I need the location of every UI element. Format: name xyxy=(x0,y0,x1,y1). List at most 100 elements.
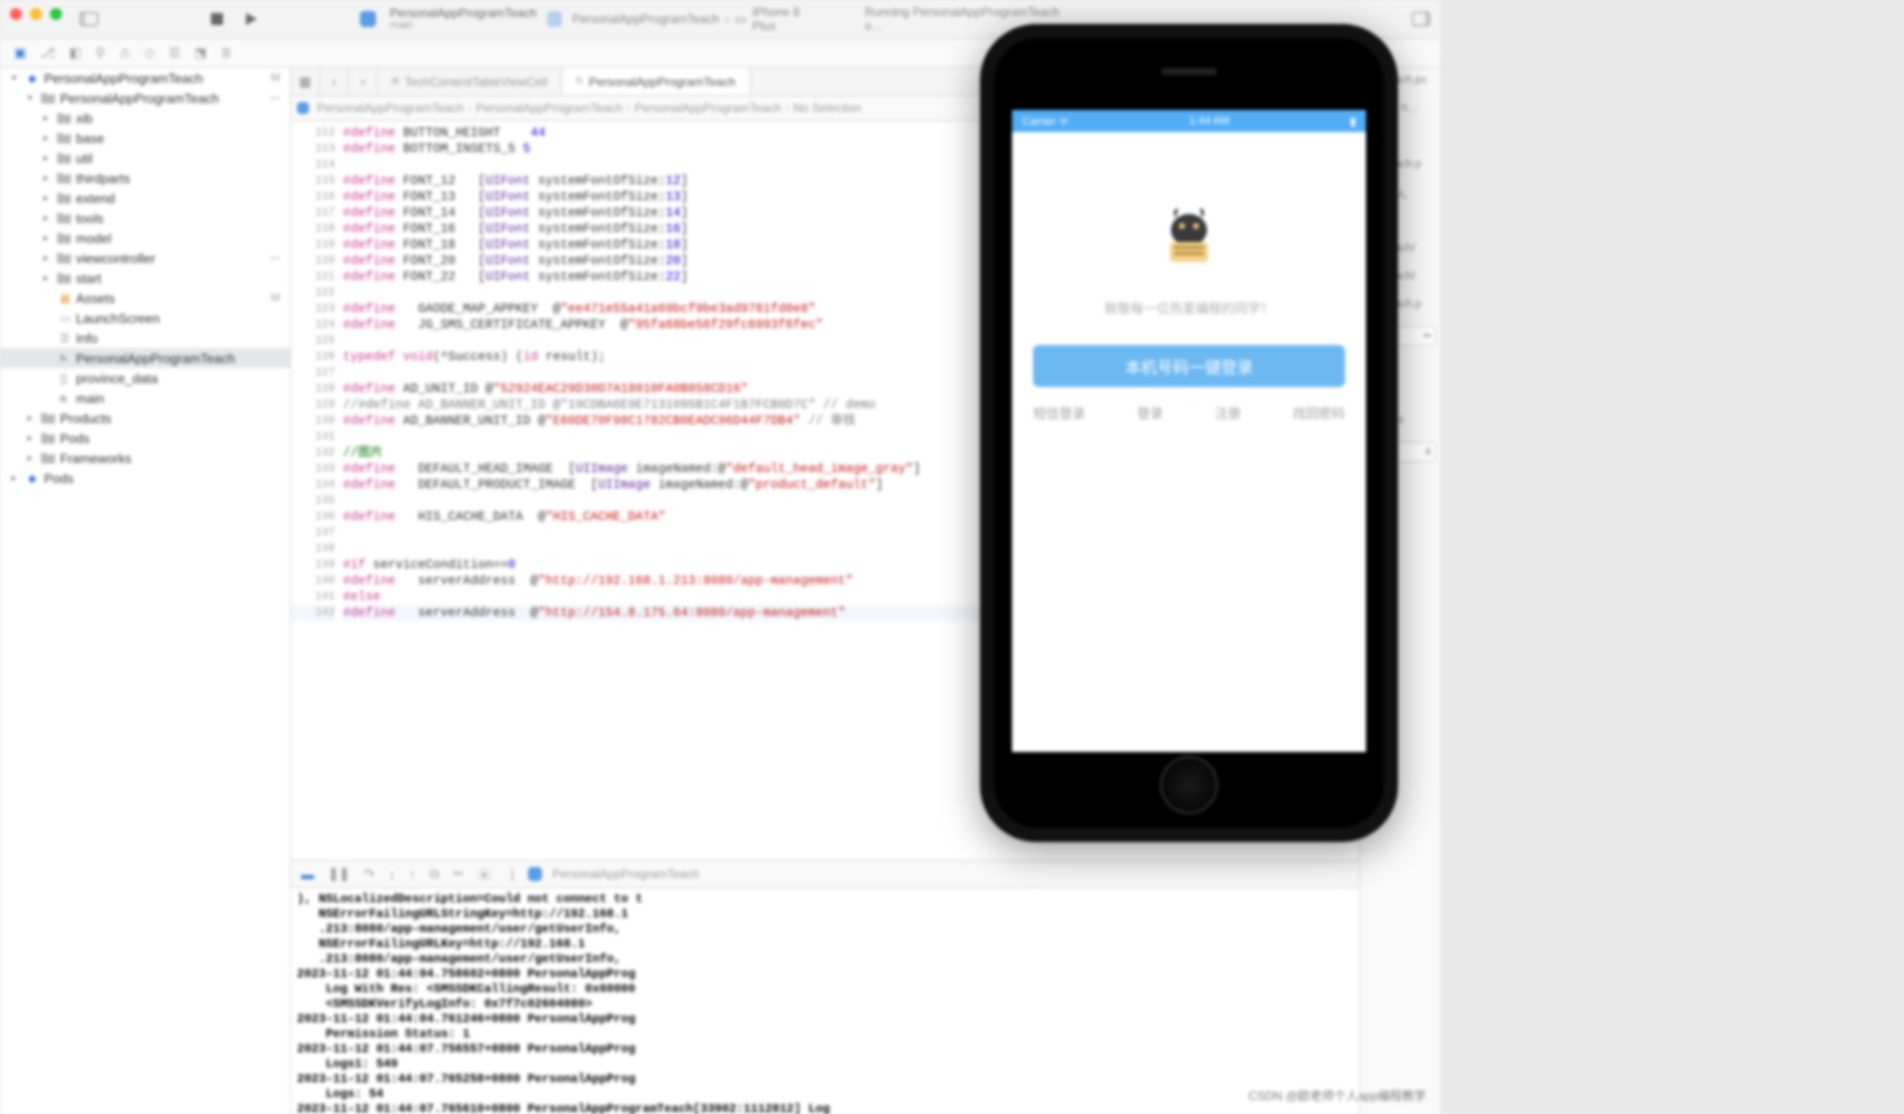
nav-item-pods[interactable]: ▸Pods xyxy=(0,428,290,448)
nav-item-viewcontroller[interactable]: ▸viewcontroller— xyxy=(0,248,290,268)
editor-tab-personalappprogramteach[interactable]: h PersonalAppProgramTeach xyxy=(562,68,750,95)
scheme-project-label[interactable]: PersonalAppProgramTeach main xyxy=(390,7,537,32)
nav-item-start[interactable]: ▸ start xyxy=(0,268,290,288)
memory-graph-icon[interactable]: ✂ xyxy=(453,866,464,882)
pause-icon[interactable]: ❚❚ xyxy=(328,866,350,882)
back-icon[interactable]: ‹ xyxy=(320,68,349,95)
step-into-icon[interactable]: ↓ xyxy=(389,867,396,882)
nav-item-label: Frameworks xyxy=(60,451,282,466)
disclosure-icon[interactable]: ▸ xyxy=(40,173,52,184)
nav-item-info[interactable]: ☰Info xyxy=(0,328,290,348)
related-items-icon[interactable]: ▦ xyxy=(291,68,320,95)
nav-item-personalappprogramteach[interactable]: ▾◆PersonalAppProgramTeachM xyxy=(0,68,290,88)
disclosure-icon[interactable]: ▸ xyxy=(40,253,52,264)
file-type-icon: h xyxy=(576,76,583,88)
nav-item-thirdparts[interactable]: ▸ thirdparts xyxy=(0,168,290,188)
nav-item-products[interactable]: ▸Products xyxy=(0,408,290,428)
nav-item-pods[interactable]: ▸◆Pods xyxy=(0,468,290,488)
navigator-tab-log-icon[interactable]: ≣ xyxy=(221,45,232,61)
navigator-tab-issue-icon[interactable]: ⚠ xyxy=(119,45,131,61)
debug-process-label[interactable]: PersonalAppProgramTeach xyxy=(528,867,699,881)
toggle-debug-area-icon[interactable]: ▬ xyxy=(301,867,314,882)
storyboard-icon: ▭ xyxy=(56,310,72,326)
scheme-selector[interactable]: PersonalAppProgramTeach › ▭ iPhone 8 Plu… xyxy=(547,5,825,33)
navigator-tab-symbol-icon[interactable]: ◧ xyxy=(69,45,81,61)
toggle-inspector-icon[interactable] xyxy=(1412,12,1430,26)
navigator-tab-breakpoint-icon[interactable]: ⬔ xyxy=(194,45,206,61)
jumpbar-segment[interactable]: PersonalAppProgramTeach xyxy=(476,101,623,115)
step-over-icon[interactable]: ↷ xyxy=(364,866,375,882)
navigator-tab-folder-icon[interactable]: ▣ xyxy=(14,45,26,61)
nav-item-main[interactable]: mmain xyxy=(0,388,290,408)
nav-item-assets[interactable]: ▦AssetsM xyxy=(0,288,290,308)
one-click-login-button[interactable]: 本机号码一键登录 xyxy=(1033,345,1345,387)
disclosure-icon[interactable]: ▸ xyxy=(40,273,52,284)
folder-icon xyxy=(56,150,72,166)
h-icon: h xyxy=(56,350,72,366)
run-button-icon[interactable] xyxy=(244,12,258,26)
close-window-icon[interactable] xyxy=(10,8,22,20)
nav-item-tools[interactable]: ▸tools xyxy=(0,208,290,228)
nav-item-province_data[interactable]: {}province_data xyxy=(0,368,290,388)
nav-item-label: thirdparts xyxy=(76,171,282,186)
nav-item-launchscreen[interactable]: ▭LaunchScreen xyxy=(0,308,290,328)
jumpbar-segment[interactable]: PersonalAppProgramTeach xyxy=(635,101,782,115)
nav-item-label: start xyxy=(76,271,282,286)
home-button-icon[interactable] xyxy=(1160,756,1218,814)
nav-item-util[interactable]: ▸ util xyxy=(0,148,290,168)
navigator-tab-find-icon[interactable]: ⚲ xyxy=(96,45,106,61)
disclosure-icon[interactable]: ▾ xyxy=(24,93,36,104)
nav-item-base[interactable]: ▸base xyxy=(0,128,290,148)
jumpbar-segment[interactable]: No Selection xyxy=(793,101,861,115)
disclosure-icon[interactable]: ▸ xyxy=(40,233,52,244)
disclosure-icon[interactable]: ▸ xyxy=(24,433,36,444)
login-link-注册[interactable]: 注册 xyxy=(1215,403,1241,422)
stop-button-icon[interactable] xyxy=(210,12,224,26)
nav-item-frameworks[interactable]: ▸ Frameworks xyxy=(0,448,290,468)
nav-item-personalappprogramteach[interactable]: hPersonalAppProgramTeach xyxy=(0,348,290,368)
tab-label: PersonalAppProgramTeach xyxy=(589,75,736,89)
view-debug-icon[interactable]: ⧉ xyxy=(430,866,439,882)
disclosure-icon[interactable]: ▸ xyxy=(40,213,52,224)
disclosure-icon[interactable]: ▸ xyxy=(40,113,52,124)
minimize-window-icon[interactable] xyxy=(30,8,42,20)
window-traffic-lights xyxy=(10,8,62,20)
jumpbar-segment[interactable]: PersonalAppProgramTeach xyxy=(317,101,464,115)
project-navigator[interactable]: ▾◆PersonalAppProgramTeachM▾PersonalAppPr… xyxy=(0,68,291,1114)
editor-tab-techcontenttableviewcell[interactable]: mTechContentTableViewCell xyxy=(378,68,562,95)
forward-icon[interactable]: › xyxy=(349,68,378,95)
vcs-badge: M xyxy=(271,292,280,304)
step-out-icon[interactable]: ↑ xyxy=(409,867,416,882)
disclosure-icon[interactable]: ▸ xyxy=(40,133,52,144)
folder-icon xyxy=(40,430,56,446)
assets-icon: ▦ xyxy=(56,290,72,306)
location-icon[interactable]: ⦿ xyxy=(478,865,491,884)
disclosure-icon[interactable]: ▾ xyxy=(8,73,20,84)
navigator-tab-test-icon[interactable]: ◇ xyxy=(145,45,155,61)
disclosure-icon[interactable]: ▸ xyxy=(40,153,52,164)
disclosure-icon[interactable]: ▸ xyxy=(8,473,20,484)
nav-item-label: util xyxy=(76,151,282,166)
nav-item-personalappprogramteach[interactable]: ▾PersonalAppProgramTeach— xyxy=(0,88,290,108)
login-link-找回密码[interactable]: 找回密码 xyxy=(1293,403,1345,422)
run-controls xyxy=(210,12,258,26)
debug-console[interactable]: ), NSLocalizedDescription=Could not conn… xyxy=(291,888,1359,1114)
navigator-tab-debug-icon[interactable]: ☰ xyxy=(169,45,181,61)
disclosure-icon[interactable]: ▸ xyxy=(40,193,52,204)
nav-item-label: main xyxy=(76,391,282,406)
zoom-window-icon[interactable] xyxy=(50,8,62,20)
disclosure-icon[interactable]: ▸ xyxy=(24,413,36,424)
tab-label: TechContentTableViewCell xyxy=(405,75,548,89)
toggle-navigator-icon[interactable] xyxy=(80,12,98,26)
nav-item-model[interactable]: ▸model xyxy=(0,228,290,248)
nav-item-xib[interactable]: ▸xib xyxy=(0,108,290,128)
login-link-短信登录[interactable]: 短信登录 xyxy=(1033,403,1085,422)
nav-item-label: extend xyxy=(76,191,282,206)
nav-item-extend[interactable]: ▸ extend xyxy=(0,188,290,208)
disclosure-icon[interactable]: ▸ xyxy=(24,453,36,464)
folder-icon xyxy=(56,230,72,246)
scheme-target-icon xyxy=(547,11,563,27)
simulator-screen[interactable]: Carrier ᯤ 1:44 AM ▮ 致敬每一位热爱编程的同学！ 本机号码一键… xyxy=(1012,110,1366,752)
navigator-tab-vcs-icon[interactable]: ⎇ xyxy=(40,45,55,61)
login-link-登录[interactable]: 登录 xyxy=(1137,403,1163,422)
